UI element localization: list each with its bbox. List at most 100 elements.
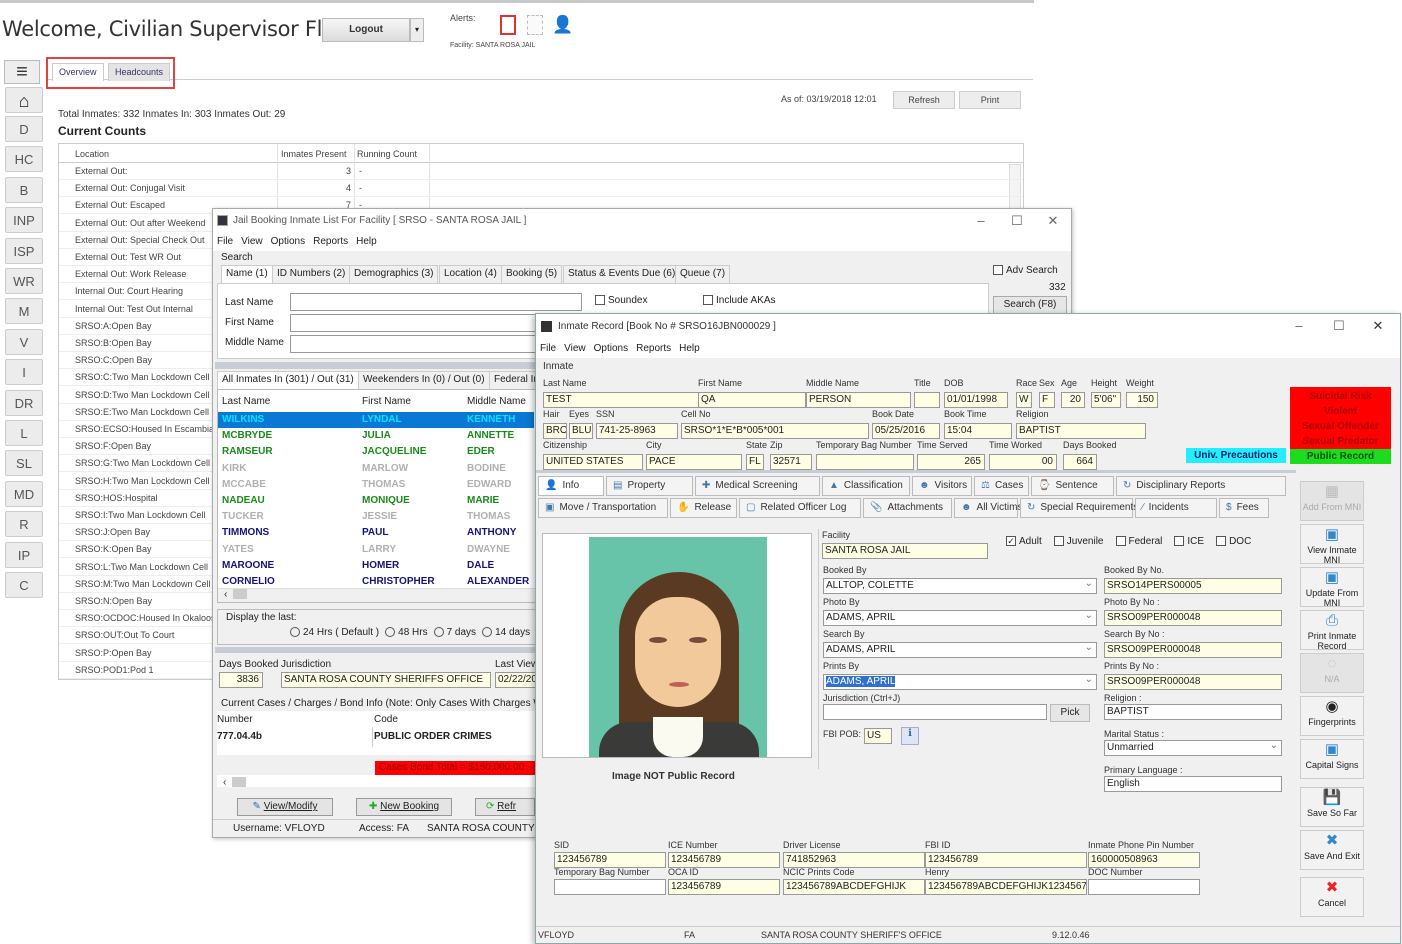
ir-menu-file[interactable]: File bbox=[540, 343, 556, 354]
nav-button-inp[interactable]: INP bbox=[5, 207, 43, 234]
ir-minimize-button[interactable]: – bbox=[1281, 314, 1317, 338]
info-tab-fees[interactable]: $ Fees bbox=[1219, 498, 1269, 518]
display-option-radio[interactable]: 14 days bbox=[482, 627, 530, 638]
field-last[interactable]: TEST bbox=[543, 392, 702, 408]
info-tab-disciplinary-reports[interactable]: ↻ Disciplinary Reports bbox=[1116, 476, 1286, 496]
case-code[interactable]: PUBLIC ORDER CRIMES bbox=[374, 731, 492, 742]
info-tab-medical-screening[interactable]: ✚ Medical Screening bbox=[695, 476, 820, 496]
list-tab-1[interactable]: All Inmates In (301) / Out (31) bbox=[217, 371, 359, 389]
nav-button-dr[interactable]: DR bbox=[5, 389, 43, 416]
include-akas-checkbox[interactable]: Include AKAs bbox=[703, 295, 775, 306]
field-eyes[interactable]: BLU bbox=[569, 423, 593, 439]
list-tab-3[interactable]: Federal In bbox=[489, 371, 537, 389]
inmate-row[interactable]: MCBRYDE JULIA ANNETTE bbox=[218, 428, 534, 444]
chevron-down-icon[interactable]: ⌄ bbox=[1085, 611, 1093, 623]
field-book-date[interactable]: 05/25/2016 bbox=[872, 423, 940, 439]
ir-splitter[interactable] bbox=[536, 470, 1296, 473]
refresh-list-button[interactable]: ⟳ Refr bbox=[475, 798, 535, 816]
splitter-2[interactable] bbox=[215, 647, 535, 653]
search-button[interactable]: Search (F8) bbox=[993, 296, 1067, 314]
nav-button-isp[interactable]: ISP bbox=[5, 237, 43, 264]
table-row[interactable]: External Out: Conjugal Visit 4- bbox=[59, 180, 1023, 198]
splitter[interactable] bbox=[215, 362, 535, 369]
field-weight[interactable]: 150 bbox=[1126, 392, 1158, 408]
ir-menu-help[interactable]: Help bbox=[679, 343, 700, 354]
chevron-down-icon[interactable]: ⌄ bbox=[1270, 741, 1278, 753]
id-field-phone[interactable]: 160000508963 bbox=[1088, 852, 1200, 868]
field-facility[interactable]: SANTA ROSA JAIL bbox=[822, 543, 988, 559]
ir-close-button[interactable]: ✕ bbox=[1360, 314, 1396, 338]
field-search-by[interactable]: ADAMS, APRIL ⌄ bbox=[823, 642, 1097, 658]
col-running[interactable]: Running Count bbox=[357, 147, 417, 161]
view-modify-button[interactable]: ✎ View/Modify bbox=[237, 798, 333, 816]
home-icon[interactable]: ⌂ bbox=[5, 87, 43, 113]
ir-menu-reports[interactable]: Reports bbox=[636, 343, 671, 354]
search-tab-3[interactable]: Demographics (3) bbox=[349, 265, 439, 283]
info-tab-release[interactable]: ✋ Release bbox=[670, 498, 737, 518]
id-field-ice[interactable]: 123456789 bbox=[668, 852, 780, 868]
logout-dropdown[interactable]: ▾ bbox=[410, 18, 424, 42]
nav-button-c[interactable]: C bbox=[5, 572, 43, 598]
checkbox-juvenile[interactable]: Juvenile bbox=[1053, 536, 1104, 547]
inmate-row[interactable]: NADEAU MONIQUE MARIE bbox=[218, 493, 534, 509]
checkbox-federal[interactable]: Federal bbox=[1115, 536, 1162, 547]
field-prints-by-no[interactable]: SRSO09PER000048 bbox=[1104, 674, 1282, 690]
ir-menu-view[interactable]: View bbox=[564, 343, 586, 354]
alert-map-icon[interactable] bbox=[527, 15, 543, 35]
id-field-fbi[interactable]: 123456789 bbox=[925, 852, 1087, 868]
field-state[interactable]: FL bbox=[746, 454, 764, 470]
field-cell[interactable]: SRSO*1*E*B*005*001 bbox=[681, 423, 869, 439]
tab-headcounts[interactable]: Headcounts bbox=[108, 63, 171, 81]
case-number[interactable]: 777.04.4b bbox=[217, 731, 262, 742]
field-height[interactable]: 5'06" bbox=[1091, 392, 1121, 408]
inmate-row[interactable]: WILKINS LYNDAL KENNETH bbox=[218, 412, 534, 428]
field-hair[interactable]: BRO bbox=[543, 423, 567, 439]
menu-options[interactable]: Options bbox=[271, 236, 305, 247]
field-marital[interactable]: Unmarried ⌄ bbox=[1104, 740, 1282, 756]
tab-overview[interactable]: Overview bbox=[52, 63, 104, 81]
col-present[interactable]: Inmates Present bbox=[281, 147, 347, 161]
id-field-ncic[interactable]: 123456789ABCDEFGHIJK bbox=[783, 879, 925, 895]
field-race[interactable]: W bbox=[1016, 392, 1032, 408]
menu-icon[interactable]: ≡ bbox=[4, 60, 40, 84]
maximize-button[interactable]: ☐ bbox=[999, 209, 1035, 233]
chevron-down-icon[interactable]: ⌄ bbox=[1085, 643, 1093, 655]
field-booked-by-no[interactable]: SRSO14PERS00005 bbox=[1104, 578, 1282, 594]
info-tab-visitors[interactable]: ☻ Visitors bbox=[912, 476, 972, 496]
id-field-oca[interactable]: 123456789 bbox=[668, 879, 780, 895]
id-field-temp_bag[interactable] bbox=[554, 879, 666, 895]
alert-document-icon[interactable] bbox=[500, 15, 516, 35]
info-tab-cases[interactable]: ⚖ Cases bbox=[974, 476, 1029, 496]
info-tab-info[interactable]: 👤 Info bbox=[538, 476, 604, 496]
field-first[interactable]: QA bbox=[698, 392, 806, 408]
menu-view[interactable]: View bbox=[241, 236, 263, 247]
adv-search-checkbox[interactable]: Adv Search bbox=[993, 265, 1058, 276]
search-tab-5[interactable]: Booking (5) bbox=[501, 265, 563, 283]
field-city[interactable]: PACE bbox=[646, 454, 742, 470]
side-button-cancel[interactable]: ✖ Cancel bbox=[1300, 877, 1364, 917]
fbi-pob-info-icon[interactable]: ℹ bbox=[901, 727, 919, 745]
field-fbi-pob[interactable]: US bbox=[864, 728, 892, 744]
checkbox-ice[interactable]: ICE bbox=[1174, 536, 1204, 547]
field-jurisdiction[interactable] bbox=[823, 704, 1047, 720]
inmate-photo[interactable] bbox=[589, 537, 767, 757]
display-option-radio[interactable]: 24 Hrs ( Default ) bbox=[290, 627, 379, 638]
inmate-row[interactable]: KIRK MARLOW BODINE bbox=[218, 461, 534, 477]
side-button-print-inmate-record[interactable]: ⎙ Print Inmate Record bbox=[1300, 610, 1364, 651]
cases-scrollbar[interactable]: ‹ bbox=[217, 777, 537, 791]
info-tab-sentence[interactable]: ⌚ Sentence bbox=[1031, 476, 1114, 496]
first-name-input[interactable] bbox=[290, 314, 550, 332]
nav-button-md[interactable]: MD bbox=[5, 480, 43, 507]
inmate-row[interactable]: TIMMONS PAUL ANTHONY bbox=[218, 525, 534, 541]
checkbox-doc[interactable]: DOC bbox=[1216, 536, 1251, 547]
info-tab-special-requirements[interactable]: ↻ Special Requirements bbox=[1020, 498, 1138, 518]
col-last-name[interactable]: Last Name bbox=[222, 396, 270, 407]
field-language[interactable]: English bbox=[1104, 776, 1282, 792]
field-time-served[interactable]: 265 bbox=[917, 454, 985, 470]
search-tab-2[interactable]: ID Numbers (2) bbox=[272, 265, 351, 283]
pick-button[interactable]: Pick bbox=[1050, 704, 1090, 722]
print-button[interactable]: Print bbox=[959, 91, 1021, 109]
id-field-sid[interactable]: 123456789 bbox=[554, 852, 666, 868]
field-time-worked[interactable]: 00 bbox=[989, 454, 1057, 470]
side-button-save-so-far[interactable]: 💾 Save So Far bbox=[1300, 787, 1364, 827]
